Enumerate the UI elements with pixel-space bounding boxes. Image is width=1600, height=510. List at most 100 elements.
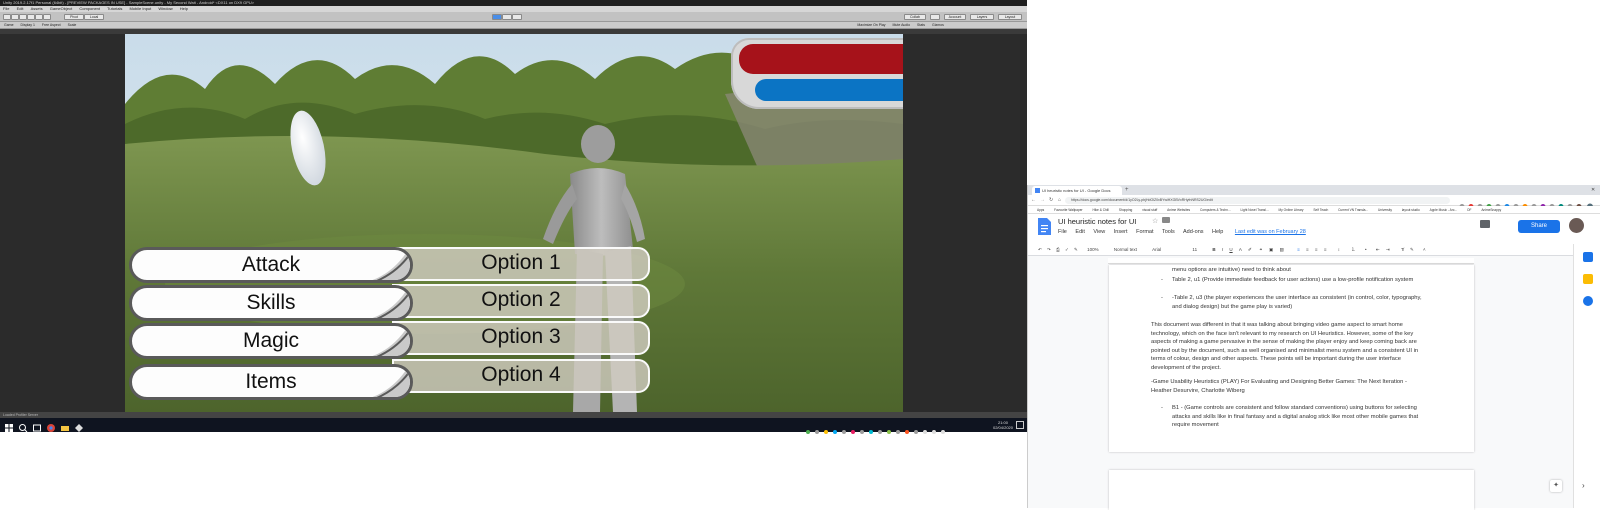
file-explorer-icon[interactable] [60, 420, 70, 431]
collapse-menus-icon[interactable]: ˄ [1423, 247, 1426, 252]
share-button[interactable]: Share [1518, 220, 1560, 233]
option-3-button[interactable]: Option 3 [392, 321, 650, 355]
menu-edit[interactable]: Edit [17, 6, 24, 11]
bookmark-item[interactable]: Favourite Wallpaper [1054, 208, 1082, 212]
clear-formatting-icon[interactable]: T̸ [1401, 247, 1404, 252]
undo-icon[interactable]: ↶ [1038, 247, 1042, 252]
explore-icon[interactable]: ✦ [1550, 480, 1562, 492]
notifications-icon[interactable] [1016, 421, 1024, 429]
game-view[interactable]: 500HP 270MP Option 1 Option 2 Option 3 O… [125, 34, 903, 412]
close-window-icon[interactable]: ✕ [1591, 187, 1597, 193]
bookmark-item[interactable]: OF [1467, 208, 1471, 212]
document-page-2[interactable] [1109, 470, 1474, 510]
extension-icons[interactable] [1458, 197, 1598, 210]
bookmark-item[interactable]: AnimeSnappy [1481, 208, 1501, 212]
docs-menu-view[interactable]: View [1093, 229, 1105, 235]
bookmark-item[interactable]: Computers & Techn... [1200, 208, 1231, 212]
bookmark-item[interactable]: Anime Websites [1167, 208, 1190, 212]
gizmos-toggle[interactable]: Gizmos [932, 23, 944, 27]
print-icon[interactable]: ⎙ [1056, 247, 1060, 252]
docs-menu-help[interactable]: Help [1212, 229, 1223, 235]
windows-start-icon[interactable] [4, 420, 14, 432]
layout-dropdown[interactable]: Layout [998, 14, 1022, 20]
align-center-icon[interactable]: ≡ [1306, 247, 1309, 252]
bookmark-item[interactable]: visual stuff [1142, 208, 1157, 212]
tasks-icon[interactable] [1583, 296, 1593, 306]
ruler[interactable] [1108, 258, 1474, 264]
docs-menu-edit[interactable]: Edit [1075, 229, 1084, 235]
image-icon[interactable]: ▨ [1280, 247, 1284, 252]
bookmark-item[interactable]: Current VN Transla... [1338, 208, 1368, 212]
bookmark-item[interactable]: Self Teach [1313, 208, 1328, 212]
avatar[interactable] [1569, 218, 1584, 233]
docs-menu-insert[interactable]: Insert [1114, 229, 1128, 235]
step-icon[interactable] [512, 14, 522, 20]
menu-mobile-input[interactable]: Mobile Input [129, 6, 151, 11]
rect-tool-icon[interactable] [35, 14, 43, 20]
last-edit-link[interactable]: Last edit was on February 28 [1235, 229, 1306, 235]
back-icon[interactable]: ← [1031, 197, 1036, 204]
text-color-icon[interactable]: A [1239, 247, 1242, 252]
menu-help[interactable]: Help [180, 6, 188, 11]
increase-indent-icon[interactable]: ⇥ [1386, 247, 1390, 252]
account-dropdown[interactable]: Account [944, 14, 966, 20]
cloud-icon[interactable] [930, 14, 940, 20]
scale-slider-label[interactable]: Scale [68, 23, 77, 27]
folder-icon[interactable] [1162, 217, 1170, 223]
chrome-tab[interactable]: UI heuristic notes for UI - Google Docs [1032, 186, 1122, 195]
bookmark-item[interactable]: Shopping [1119, 208, 1132, 212]
bookmark-item[interactable]: Hike & Chill [1092, 208, 1108, 212]
style-select[interactable]: Normal text [1114, 247, 1137, 252]
document-page[interactable]: menu options are intuitive) need to thin… [1109, 265, 1474, 452]
play-icon[interactable] [492, 14, 502, 20]
docs-logo-icon[interactable] [1038, 218, 1051, 235]
underline-icon[interactable]: U [1229, 247, 1232, 252]
new-tab-icon[interactable]: + [1125, 187, 1132, 194]
option-2-button[interactable]: Option 2 [392, 284, 650, 318]
maximize-on-play-toggle[interactable]: Maximize On Play [857, 23, 885, 27]
justify-icon[interactable]: ≡ [1324, 247, 1327, 252]
bookmark-item[interactable]: Light Novel Transl... [1240, 208, 1268, 212]
local-toggle[interactable]: Local [84, 14, 104, 20]
pivot-toggle[interactable]: Pivot [64, 14, 84, 20]
home-icon[interactable]: ⌂ [1058, 197, 1061, 204]
comment-icon[interactable]: ▣ [1269, 247, 1273, 252]
stats-toggle[interactable]: Stats [917, 23, 925, 27]
option-1-button[interactable]: Option 1 [392, 247, 650, 281]
calendar-icon[interactable] [1583, 252, 1593, 262]
move-tool-icon[interactable] [11, 14, 19, 20]
taskbar-clock[interactable]: 21:00 02/04/2020 [993, 420, 1013, 430]
attack-button[interactable]: Attack [129, 247, 413, 283]
layers-dropdown[interactable]: Layers [970, 14, 994, 20]
numbered-list-icon[interactable]: ⒈ [1351, 247, 1356, 252]
link-icon[interactable]: ⚭ [1259, 247, 1263, 252]
option-4-button[interactable]: Option 4 [392, 359, 650, 393]
editing-mode-icon[interactable]: ✎ [1410, 247, 1414, 252]
menu-window[interactable]: Window [158, 6, 172, 11]
skills-button[interactable]: Skills [129, 285, 413, 321]
align-left-icon[interactable]: ≡ [1297, 247, 1300, 252]
aspect-select[interactable]: Free Aspect [42, 23, 61, 27]
font-size-select[interactable]: 11 [1192, 247, 1197, 252]
zoom-select[interactable]: 100% [1087, 247, 1099, 252]
comments-icon[interactable] [1480, 220, 1490, 228]
magic-button[interactable]: Magic [129, 323, 413, 359]
search-icon[interactable] [18, 420, 28, 433]
address-bar[interactable]: https://docs.google.com/document/d/1yO2L… [1065, 197, 1450, 204]
menu-component[interactable]: Component [79, 6, 100, 11]
spellcheck-icon[interactable]: ✓ [1065, 247, 1069, 252]
items-button[interactable]: Items [129, 364, 413, 400]
rotate-tool-icon[interactable] [19, 14, 27, 20]
docs-menu-tools[interactable]: Tools [1162, 229, 1175, 235]
document-title[interactable]: UI heuristic notes for UI [1058, 217, 1136, 226]
transform-tool-icon[interactable] [43, 14, 51, 20]
docs-menu-file[interactable]: File [1058, 229, 1067, 235]
collab-button[interactable]: Collab [904, 14, 926, 20]
redo-icon[interactable]: ↷ [1047, 247, 1051, 252]
bookmark-item[interactable]: layout studio [1402, 208, 1420, 212]
menu-tutorials[interactable]: Tutorials [107, 6, 122, 11]
line-spacing-icon[interactable]: ↕ [1338, 247, 1340, 252]
align-right-icon[interactable]: ≡ [1315, 247, 1318, 252]
hand-tool-icon[interactable] [3, 14, 11, 20]
mute-audio-toggle[interactable]: Mute Audio [893, 23, 911, 27]
